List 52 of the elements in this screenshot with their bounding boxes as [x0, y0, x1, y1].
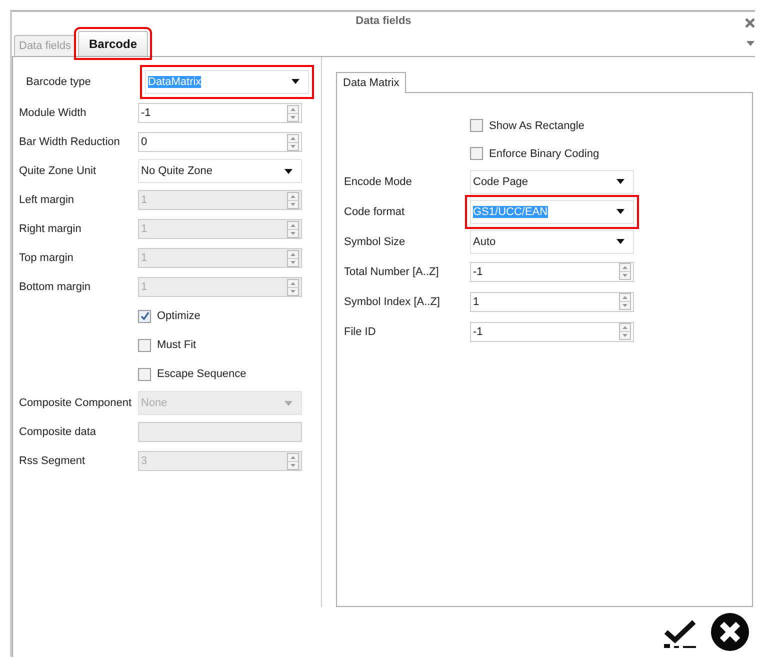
- tab[interactable]: Data Matrix: [336, 72, 406, 93]
- field-label: Symbol Size: [344, 236, 406, 248]
- field-label: Module Width: [19, 107, 88, 120]
- field-label: Bottom margin: [19, 281, 92, 294]
- close-circle-icon: [710, 612, 750, 652]
- stepper-icon: [287, 192, 299, 209]
- field-label: Quite Zone Unit: [19, 165, 98, 178]
- dropdown[interactable]: Code Page: [470, 170, 634, 194]
- field-label: Encode Mode: [344, 176, 413, 188]
- field-label: Total Number [A..Z]: [344, 266, 440, 278]
- field-label: Rss Segment: [19, 455, 86, 468]
- field-label: Composite data: [19, 426, 98, 438]
- stepper-icon: [619, 263, 631, 280]
- stepper-icon: [287, 134, 299, 151]
- caret-icon: [616, 179, 625, 184]
- checkbox[interactable]: Optimize: [138, 310, 200, 323]
- caret-icon: [616, 239, 625, 244]
- field-label: Barcode type: [25, 76, 92, 88]
- field-label: Composite Component: [19, 397, 133, 410]
- dropdown[interactable]: No Quite Zone: [138, 159, 302, 184]
- checkbox[interactable]: Show As Rectangle: [470, 119, 584, 132]
- checkbox[interactable]: Escape Sequence: [138, 368, 246, 381]
- spinner-field[interactable]: -1: [138, 103, 302, 124]
- stepper-icon: [619, 323, 631, 340]
- spinner-field[interactable]: -1: [470, 322, 634, 342]
- spinner-field[interactable]: 1: [470, 292, 634, 312]
- stepper-icon: [287, 278, 299, 296]
- check-icon: [140, 311, 150, 322]
- dropdown-arrow-icon[interactable]: [746, 40, 755, 46]
- field-label: Right margin: [19, 223, 82, 236]
- spinner-field[interactable]: -1: [470, 262, 634, 282]
- close-icon[interactable]: [745, 18, 755, 28]
- field-label: Top margin: [19, 252, 74, 264]
- field-label: File ID: [344, 326, 377, 338]
- stepper-icon: [287, 452, 299, 470]
- stepper-icon: [287, 250, 299, 267]
- caret-icon: [291, 79, 300, 84]
- field-label: Code format: [344, 206, 406, 218]
- caret-icon: [284, 168, 293, 174]
- stepper-icon: [287, 104, 299, 122]
- caret-icon: [616, 209, 625, 214]
- checkbox[interactable]: Must Fit: [138, 338, 196, 352]
- dropdown[interactable]: Auto: [470, 230, 634, 254]
- caret-icon: [284, 400, 293, 406]
- checkbox[interactable]: Enforce Binary Coding: [470, 147, 600, 160]
- field-label: Left margin: [19, 194, 76, 206]
- field-label: Symbol Index [A..Z]: [344, 296, 441, 308]
- spinner-field[interactable]: 0: [138, 132, 302, 152]
- field-label: Bar Width Reduction: [19, 136, 121, 148]
- window-title: Data fields: [356, 15, 412, 28]
- stepper-icon: [287, 220, 299, 238]
- stepper-icon: [619, 293, 631, 310]
